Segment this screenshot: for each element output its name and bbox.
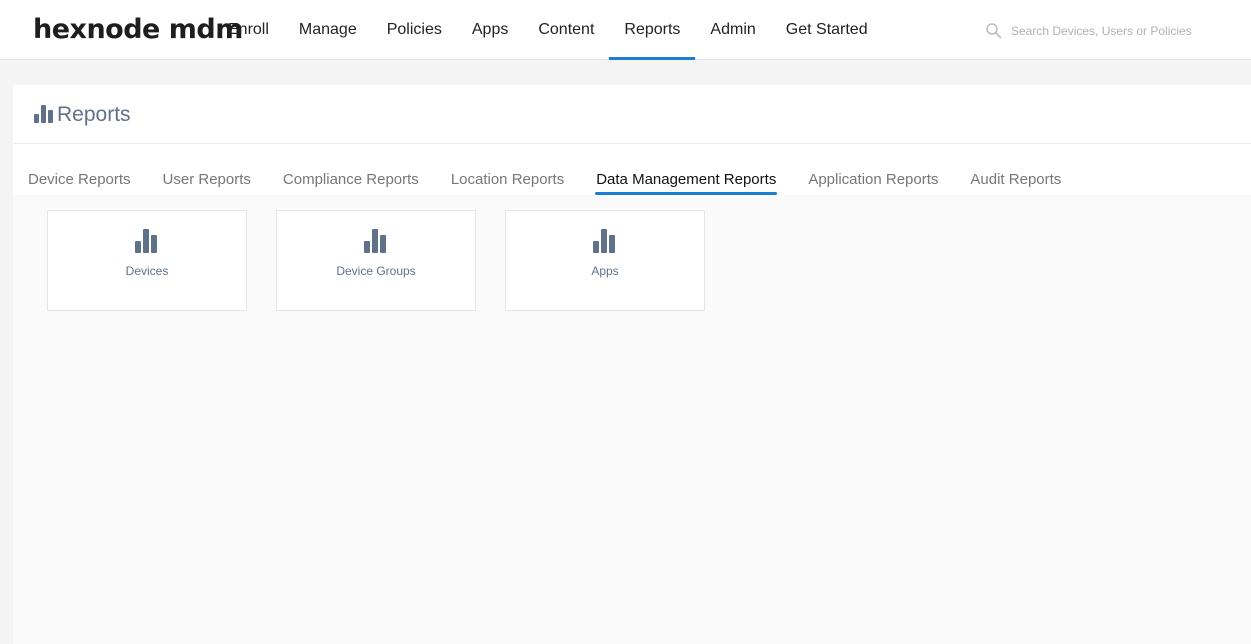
report-cards: Devices Device Groups Apps [47,210,734,311]
main-nav: Enroll Manage Policies Apps Content Repo… [213,0,883,60]
reports-panel: Reports Device Reports User Reports Comp… [13,85,1251,644]
bar-chart-icon [34,105,53,123]
nav-manage[interactable]: Manage [284,0,372,60]
nav-enroll[interactable]: Enroll [213,0,284,60]
report-tabs: Device Reports User Reports Compliance R… [28,144,1077,195]
report-card-apps[interactable]: Apps [505,210,705,311]
panel-header: Reports [13,85,1251,144]
report-card-device-groups[interactable]: Device Groups [276,210,476,311]
nav-admin[interactable]: Admin [695,0,770,60]
tab-data-management-reports[interactable]: Data Management Reports [595,144,792,195]
top-navigation-bar: hexnode mdm Enroll Manage Policies Apps … [0,0,1251,60]
card-label: Device Groups [336,264,416,278]
tab-audit-reports[interactable]: Audit Reports [970,144,1077,195]
report-tabs-bar: Device Reports User Reports Compliance R… [13,144,1251,195]
search-input[interactable] [1011,24,1211,38]
card-label: Devices [125,264,169,278]
nav-content[interactable]: Content [523,0,609,60]
tab-application-reports[interactable]: Application Reports [808,144,954,195]
page-title: Reports [57,103,131,126]
report-card-devices[interactable]: Devices [47,210,247,311]
bar-chart-icon [135,229,157,253]
tab-user-reports[interactable]: User Reports [163,144,267,195]
nav-apps[interactable]: Apps [457,0,523,60]
card-label: Apps [591,264,619,278]
hexnode-logo[interactable]: hexnode mdm [33,14,243,45]
global-search [985,20,1215,42]
bar-chart-icon [593,229,615,253]
search-icon[interactable] [985,22,1003,40]
nav-get-started[interactable]: Get Started [771,0,883,60]
bar-chart-icon [364,229,386,253]
nav-policies[interactable]: Policies [372,0,457,60]
tab-compliance-reports[interactable]: Compliance Reports [283,144,435,195]
tab-location-reports[interactable]: Location Reports [451,144,580,195]
nav-reports[interactable]: Reports [609,0,696,60]
tab-device-reports[interactable]: Device Reports [28,144,147,195]
